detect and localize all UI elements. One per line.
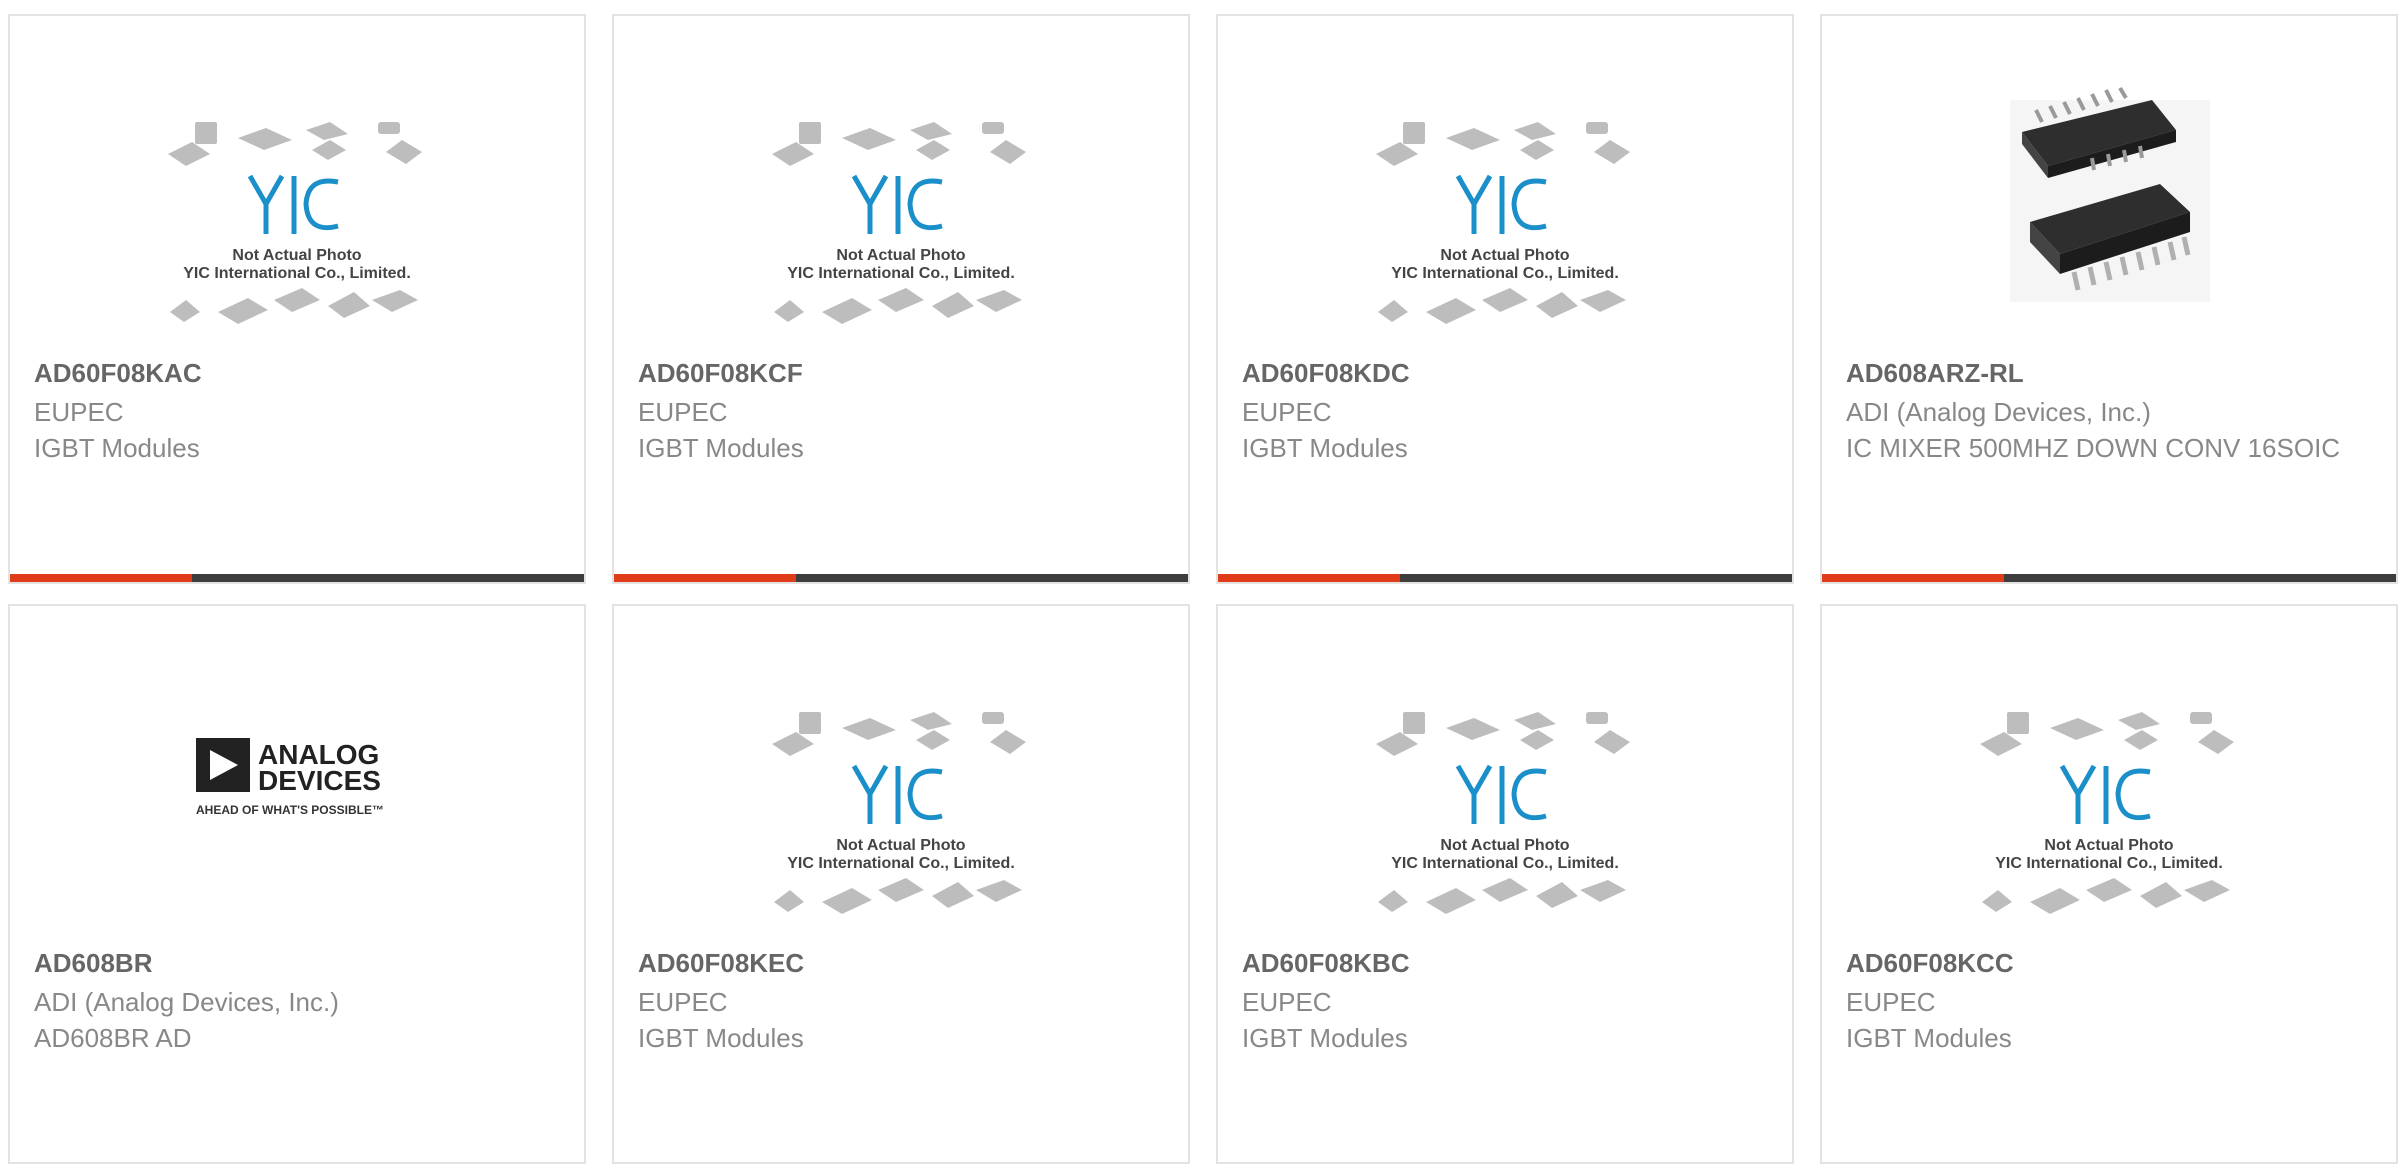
manufacturer: EUPEC <box>34 397 124 427</box>
manufacturer: EUPEC <box>1242 987 1332 1017</box>
product-image[interactable]: Not Actual Photo YIC International Co., … <box>614 86 1188 366</box>
product-info: AD60F08KCC EUPEC IGBT Modules <box>1846 948 2366 1056</box>
product-info: AD608ARZ-RL ADI (Analog Devices, Inc.) I… <box>1846 358 2366 466</box>
svg-text:YIC International Co., Limited: YIC International Co., Limited. <box>787 265 1015 282</box>
manufacturer: EUPEC <box>638 987 728 1017</box>
svg-text:Not Actual Photo: Not Actual Photo <box>836 837 965 854</box>
description: IGBT Modules <box>638 1023 804 1053</box>
svg-text:YIC International Co., Limited: YIC International Co., Limited. <box>1995 855 2223 872</box>
part-number[interactable]: AD60F08KDC <box>1242 358 1762 388</box>
svg-text:DEVICES: DEVICES <box>258 765 381 796</box>
card-accent-bar <box>10 574 584 582</box>
svg-text:Not Actual Photo: Not Actual Photo <box>1440 837 1569 854</box>
product-card[interactable]: Not Actual Photo YIC International Co., … <box>612 604 1190 1164</box>
product-image[interactable]: ANALOG DEVICES AHEAD OF WHAT'S POSSIBLE™ <box>10 676 584 956</box>
card-accent-bar <box>1218 574 1792 582</box>
part-number[interactable]: AD60F08KBC <box>1242 948 1762 978</box>
product-image[interactable]: Not Actual Photo YIC International Co., … <box>614 676 1188 956</box>
svg-text:Not Actual Photo: Not Actual Photo <box>2044 837 2173 854</box>
description: IGBT Modules <box>1242 1023 1408 1053</box>
product-info: AD608BR ADI (Analog Devices, Inc.) AD608… <box>34 948 554 1056</box>
part-number[interactable]: AD608BR <box>34 948 554 978</box>
part-number[interactable]: AD608ARZ-RL <box>1846 358 2366 388</box>
description: IGBT Modules <box>1846 1023 2012 1053</box>
product-image[interactable] <box>1822 86 2396 366</box>
product-card[interactable]: Not Actual Photo YIC International Co., … <box>1820 604 2398 1164</box>
svg-text:YIC International Co., Limited: YIC International Co., Limited. <box>1391 265 1619 282</box>
part-number[interactable]: AD60F08KAC <box>34 358 554 388</box>
svg-text:YIC International Co., Limited: YIC International Co., Limited. <box>183 265 411 282</box>
product-info: AD60F08KAC EUPEC IGBT Modules <box>34 358 554 466</box>
description: IC MIXER 500MHZ DOWN CONV 16SOIC <box>1846 433 2341 463</box>
product-info: AD60F08KDC EUPEC IGBT Modules <box>1242 358 1762 466</box>
svg-text:Not Actual Photo: Not Actual Photo <box>836 247 965 264</box>
product-card[interactable]: Not Actual Photo YIC International Co., … <box>1216 14 1794 584</box>
part-number[interactable]: AD60F08KEC <box>638 948 1158 978</box>
svg-text:AHEAD OF WHAT'S POSSIBLE™: AHEAD OF WHAT'S POSSIBLE™ <box>196 803 384 817</box>
description: IGBT Modules <box>1242 433 1408 463</box>
product-info: AD60F08KBC EUPEC IGBT Modules <box>1242 948 1762 1056</box>
product-image[interactable]: Not Actual Photo YIC International Co., … <box>10 86 584 366</box>
product-card[interactable]: Not Actual Photo YIC International Co., … <box>1216 604 1794 1164</box>
product-image[interactable]: Not Actual Photo YIC International Co., … <box>1822 676 2396 956</box>
manufacturer: EUPEC <box>1846 987 1936 1017</box>
description: IGBT Modules <box>34 433 200 463</box>
part-number[interactable]: AD60F08KCF <box>638 358 1158 388</box>
svg-text:Not Actual Photo: Not Actual Photo <box>1440 247 1569 264</box>
svg-text:YIC International Co., Limited: YIC International Co., Limited. <box>1391 855 1619 872</box>
product-card[interactable]: AD608ARZ-RL ADI (Analog Devices, Inc.) I… <box>1820 14 2398 584</box>
product-card[interactable]: Not Actual Photo YIC International Co., … <box>8 14 586 584</box>
product-card[interactable]: Not Actual Photo YIC International Co., … <box>612 14 1190 584</box>
description: IGBT Modules <box>638 433 804 463</box>
description: AD608BR AD <box>34 1023 192 1053</box>
product-image[interactable]: Not Actual Photo YIC International Co., … <box>1218 86 1792 366</box>
product-card[interactable]: ANALOG DEVICES AHEAD OF WHAT'S POSSIBLE™… <box>8 604 586 1164</box>
part-number[interactable]: AD60F08KCC <box>1846 948 2366 978</box>
analog-devices-logo: ANALOG DEVICES AHEAD OF WHAT'S POSSIBLE™ <box>196 738 384 817</box>
product-info: AD60F08KCF EUPEC IGBT Modules <box>638 358 1158 466</box>
card-accent-bar <box>614 574 1188 582</box>
product-info: AD60F08KEC EUPEC IGBT Modules <box>638 948 1158 1056</box>
manufacturer: ADI (Analog Devices, Inc.) <box>1846 397 2151 427</box>
manufacturer: ADI (Analog Devices, Inc.) <box>34 987 339 1017</box>
manufacturer: EUPEC <box>1242 397 1332 427</box>
manufacturer: EUPEC <box>638 397 728 427</box>
svg-text:Not Actual Photo: Not Actual Photo <box>232 247 361 264</box>
card-accent-bar <box>1822 574 2396 582</box>
product-image[interactable]: Not Actual Photo YIC International Co., … <box>1218 676 1792 956</box>
svg-text:YIC International Co., Limited: YIC International Co., Limited. <box>787 855 1015 872</box>
